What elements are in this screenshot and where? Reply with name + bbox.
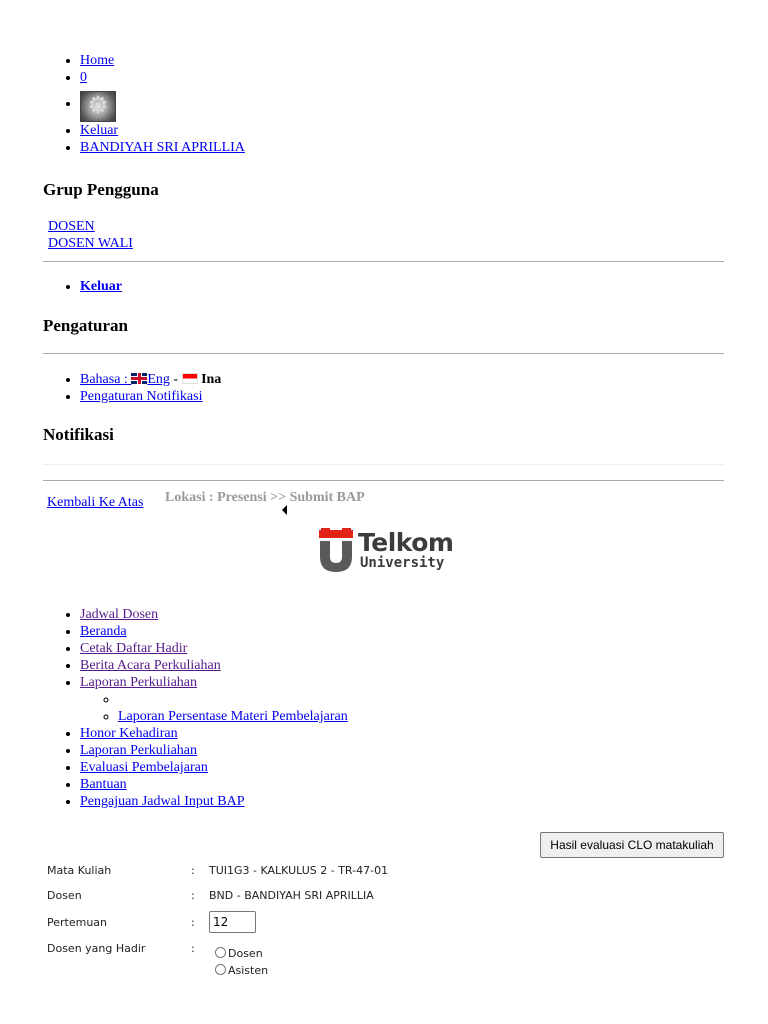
menu-laporan-perkuliahan-2-link[interactable]: Laporan Perkuliahan bbox=[80, 743, 197, 758]
menu-jadwal-dosen-link[interactable]: Jadwal Dosen bbox=[80, 607, 158, 622]
menu-cetak-daftar-hadir-link[interactable]: Cetak Daftar Hadir bbox=[80, 641, 187, 656]
nav-item-user: BANDIYAH SRI APRILLIA bbox=[80, 139, 380, 156]
colon: : bbox=[191, 864, 195, 877]
menu-pengajuan-jadwal-link[interactable]: Pengajuan Jadwal Input BAP bbox=[80, 794, 244, 809]
colon: : bbox=[191, 889, 195, 902]
submenu-empty-item: ​ bbox=[118, 691, 480, 708]
menu-item: Berita Acara Perkuliahan bbox=[80, 657, 480, 674]
grup-pengguna-list: DOSEN DOSEN WALI bbox=[48, 218, 133, 252]
menu-item: Laporan Perkuliahan ​ Laporan Persentase… bbox=[80, 674, 480, 725]
menu-item: Beranda bbox=[80, 623, 480, 640]
clo-evaluation-button[interactable]: Hasil evaluasi CLO matakuliah bbox=[540, 832, 724, 858]
menu-laporan-perkuliahan-link[interactable]: Laporan Perkuliahan bbox=[80, 675, 197, 690]
telkom-logo-icon bbox=[319, 528, 353, 572]
radio-option-asisten[interactable]: Asisten bbox=[215, 964, 268, 977]
menu-item: Evaluasi Pembelajaran bbox=[80, 759, 480, 776]
pengaturan-title: Pengaturan bbox=[43, 316, 128, 335]
cursor-icon bbox=[282, 505, 287, 515]
divider bbox=[43, 261, 724, 262]
pertemuan-input[interactable] bbox=[209, 911, 256, 933]
menu-item: Jadwal Dosen bbox=[80, 606, 480, 623]
group-dosen-link[interactable]: DOSEN bbox=[48, 219, 95, 234]
menu-evaluasi-pembelajaran-link[interactable]: Evaluasi Pembelajaran bbox=[80, 760, 208, 775]
mata-kuliah-label: Mata Kuliah bbox=[47, 864, 112, 877]
menu-item: Pengajuan Jadwal Input BAP bbox=[80, 793, 480, 810]
radio-dosen-icon[interactable] bbox=[215, 947, 226, 958]
top-nav: Home 0 Keluar BANDIYAH SRI APRILLIA bbox=[80, 52, 380, 156]
logo-sub: University bbox=[360, 555, 445, 571]
dosen-hadir-label: Dosen yang Hadir bbox=[47, 942, 146, 955]
dosen-value: BND - BANDIYAH SRI APRILLIA bbox=[209, 889, 374, 902]
notification-count-link[interactable]: 0 bbox=[80, 70, 87, 85]
logout-link[interactable]: Keluar bbox=[80, 123, 118, 138]
bap-form: Mata Kuliah : TUI1G3 - KALKULUS 2 - TR-4… bbox=[47, 862, 727, 982]
location-breadcrumb: Lokasi : Presensi >> Submit BAP bbox=[165, 490, 365, 505]
mata-kuliah-value: TUI1G3 - KALKULUS 2 - TR-47-01 bbox=[209, 864, 389, 877]
colon: : bbox=[191, 942, 195, 955]
menu-item: Bantuan bbox=[80, 776, 480, 793]
telkom-university-logo: Telkom University bbox=[318, 527, 458, 575]
menu-item: Laporan Perkuliahan bbox=[80, 742, 480, 759]
menu-berita-acara-link[interactable]: Berita Acara Perkuliahan bbox=[80, 658, 221, 673]
logout-list: Keluar bbox=[80, 278, 122, 295]
indonesia-flag-icon bbox=[181, 373, 198, 384]
menu-bantuan-link[interactable]: Bantuan bbox=[80, 777, 127, 792]
nav-item-settings bbox=[80, 86, 380, 122]
grup-pengguna-title: Grup Pengguna bbox=[43, 180, 159, 199]
menu-beranda-link[interactable]: Beranda bbox=[80, 624, 127, 639]
menu-item: Cetak Daftar Hadir bbox=[80, 640, 480, 657]
bahasa-eng-link[interactable]: Bahasa : Eng bbox=[80, 372, 170, 387]
nav-item-count: 0 bbox=[80, 69, 380, 86]
notifikasi-setting-item: Pengaturan Notifikasi bbox=[80, 388, 480, 405]
radio-asisten-icon[interactable] bbox=[215, 964, 226, 975]
home-link[interactable]: Home bbox=[80, 53, 114, 68]
settings-gear-icon[interactable] bbox=[80, 91, 116, 122]
uk-flag-icon bbox=[131, 373, 148, 384]
menu-honor-kehadiran-link[interactable]: Honor Kehadiran bbox=[80, 726, 178, 741]
bahasa-item: Bahasa : Eng - Ina bbox=[80, 371, 480, 388]
user-name-link[interactable]: BANDIYAH SRI APRILLIA bbox=[80, 140, 245, 155]
submenu-item: Laporan Persentase Materi Pembelajaran bbox=[118, 708, 480, 725]
nav-item-keluar: Keluar bbox=[80, 122, 380, 139]
logout-item: Keluar bbox=[80, 278, 122, 295]
divider bbox=[43, 353, 724, 354]
group-dosen-wali-link[interactable]: DOSEN WALI bbox=[48, 236, 133, 251]
divider bbox=[43, 480, 724, 481]
nav-item-home: Home bbox=[80, 52, 380, 69]
notifikasi-title: Notifikasi bbox=[43, 425, 114, 444]
colon: : bbox=[191, 916, 195, 929]
back-to-top-link[interactable]: Kembali Ke Atas bbox=[47, 495, 143, 511]
main-menu: Jadwal Dosen Beranda Cetak Daftar Hadir … bbox=[80, 606, 480, 810]
pengaturan-list: Bahasa : Eng - Ina Pengaturan Notifikasi bbox=[80, 371, 480, 405]
radio-option-dosen[interactable]: Dosen bbox=[215, 947, 263, 960]
submenu-laporan-persentase-link[interactable]: Laporan Persentase Materi Pembelajaran bbox=[118, 709, 348, 724]
menu-item: Honor Kehadiran bbox=[80, 725, 480, 742]
submenu: ​ Laporan Persentase Materi Pembelajaran bbox=[80, 691, 480, 725]
bahasa-ina-label: Ina bbox=[201, 372, 222, 387]
notifikasi-panel bbox=[43, 464, 724, 465]
pertemuan-label: Pertemuan bbox=[47, 916, 108, 929]
logout-bold-link[interactable]: Keluar bbox=[80, 279, 122, 294]
logo-name: Telkom bbox=[358, 528, 454, 557]
pengaturan-notifikasi-link[interactable]: Pengaturan Notifikasi bbox=[80, 389, 202, 404]
dosen-label: Dosen bbox=[47, 889, 82, 902]
